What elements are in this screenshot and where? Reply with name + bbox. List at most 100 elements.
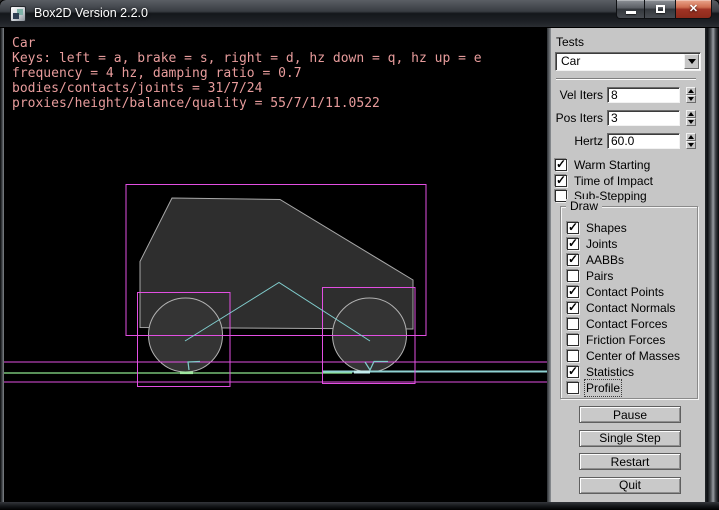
- checkbox-label-profile: Profile: [586, 381, 620, 395]
- hertz-spinner: [686, 133, 696, 149]
- checkbox-label-statistics: Statistics: [586, 365, 634, 379]
- tests-dropdown[interactable]: Car: [555, 52, 701, 71]
- hertz-input[interactable]: 60.0: [607, 133, 680, 149]
- checkbox-box-friction-forces[interactable]: [567, 334, 579, 346]
- pos-iters-input[interactable]: 3: [607, 110, 680, 126]
- window-title: Box2D Version 2.2.0: [34, 0, 148, 27]
- hertz-spinner-down-button[interactable]: [686, 141, 696, 149]
- checkbox-box-pairs[interactable]: [567, 270, 579, 282]
- checkbox-shapes[interactable]: ✓ Shapes: [567, 220, 680, 236]
- checkbox-label-contact-points: Contact Points: [586, 285, 664, 299]
- down-arrow-icon: [688, 97, 694, 101]
- pos-iters-label: Pos Iters: [551, 111, 603, 125]
- spinner-row-hertz: Hertz 60.0: [551, 133, 701, 149]
- draw-groupbox-label: Draw: [566, 199, 602, 213]
- rear-wheel-contact-point: [180, 372, 193, 375]
- checkbox-box-time-of-impact[interactable]: ✓: [555, 175, 567, 187]
- down-arrow-icon: [688, 120, 694, 124]
- up-arrow-icon: [688, 89, 694, 93]
- simulation-checkboxes: ✓Warm Starting✓Time of ImpactSub-Steppin…: [555, 157, 653, 204]
- checkbox-warm-starting[interactable]: ✓ Warm Starting: [555, 157, 653, 173]
- checkbox-box-warm-starting[interactable]: ✓: [555, 159, 567, 171]
- draw-groupbox: Draw ✓Shapes✓Joints✓AABBsPairs✓Contact P…: [560, 206, 698, 399]
- check-mark-icon: ✓: [568, 236, 578, 250]
- checkbox-aabbs[interactable]: ✓AABBs: [567, 252, 680, 268]
- hertz-label: Hertz: [551, 134, 603, 148]
- checkbox-box-contact-forces[interactable]: [567, 318, 579, 330]
- caption-buttons: ✕: [616, 0, 712, 19]
- front-wheel-contact-point: [354, 371, 370, 374]
- check-mark-icon: ✓: [568, 252, 578, 266]
- control-panel: Tests Car Vel Iters8Pos Iters3Hertz60.0 …: [551, 28, 705, 502]
- checkbox-center-of-masses[interactable]: Center of Masses: [567, 348, 680, 364]
- checkbox-joints[interactable]: ✓ Joints: [567, 236, 680, 252]
- checkbox-box-shapes[interactable]: ✓: [567, 222, 579, 234]
- up-arrow-icon: [688, 135, 694, 139]
- checkbox-profile[interactable]: Profile: [567, 380, 680, 396]
- app-icon: [10, 6, 26, 22]
- check-mark-icon: ✓: [568, 284, 578, 298]
- maximize-button[interactable]: [645, 0, 675, 19]
- checkbox-contact-forces[interactable]: Contact Forces: [567, 316, 680, 332]
- titlebar[interactable]: Box2D Version 2.2.0 ✕: [0, 0, 719, 28]
- single-step-button[interactable]: Single Step: [579, 430, 681, 447]
- spinner-rows: Vel Iters8 Pos Iters 3 Hertz 60.0: [551, 87, 701, 156]
- checkbox-friction-forces[interactable]: Friction Forces: [567, 332, 680, 348]
- check-mark-icon: ✓: [568, 364, 578, 378]
- pos-iters-spinner-up-button[interactable]: [686, 110, 696, 118]
- check-mark-icon: ✓: [568, 300, 578, 314]
- stats-text: CarKeys: left = a, brake = s, right = d,…: [12, 36, 482, 111]
- checkbox-label-contact-forces: Contact Forces: [586, 317, 667, 331]
- stats-text-line: proxies/height/balance/quality = 55/7/1/…: [12, 96, 482, 111]
- minimize-button[interactable]: [616, 0, 645, 19]
- pause-button[interactable]: Pause: [579, 406, 681, 423]
- restart-button[interactable]: Restart: [579, 453, 681, 470]
- up-arrow-icon: [688, 112, 694, 116]
- checkbox-label-warm-starting: Warm Starting: [574, 158, 650, 172]
- checkbox-box-contact-normals[interactable]: ✓: [567, 302, 579, 314]
- spinner-row-pos-iters: Pos Iters 3: [551, 110, 701, 126]
- close-icon: ✕: [689, 4, 698, 15]
- checkbox-label-time-of-impact: Time of Impact: [574, 174, 653, 188]
- app-icon-detail: [13, 13, 19, 19]
- tests-dropdown-arrow-button[interactable]: [684, 54, 699, 69]
- checkbox-label-pairs: Pairs: [586, 269, 613, 283]
- spinner-row-vel-iters: Vel Iters8: [551, 87, 701, 103]
- checkbox-box-statistics[interactable]: ✓: [567, 366, 579, 378]
- vel-iters-spinner-up-button[interactable]: [686, 87, 696, 95]
- panel-separator: [556, 78, 696, 80]
- draw-checkboxes: ✓ Shapes ✓ Joints✓AABBsPairs ✓ Contact Points…: [567, 220, 680, 396]
- app-window: Box2D Version 2.2.0 ✕: [0, 0, 719, 510]
- checkbox-statistics[interactable]: ✓ Statistics: [567, 364, 680, 380]
- hertz-spinner-up-button[interactable]: [686, 133, 696, 141]
- checkbox-pairs[interactable]: Pairs: [567, 268, 680, 284]
- simulation-canvas[interactable]: CarKeys: left = a, brake = s, right = d,…: [4, 28, 547, 502]
- checkbox-label-friction-forces: Friction Forces: [586, 333, 665, 347]
- check-mark-icon: ✓: [556, 173, 566, 187]
- action-buttons: Pause Single Step Restart Quit: [579, 406, 681, 494]
- pos-iters-spinner-down-button[interactable]: [686, 118, 696, 126]
- checkbox-box-joints[interactable]: ✓: [567, 238, 579, 250]
- chevron-down-icon: [688, 59, 696, 64]
- checkbox-contact-normals[interactable]: ✓Contact Normals: [567, 300, 680, 316]
- quit-button[interactable]: Quit: [579, 477, 681, 494]
- check-mark-icon: ✓: [556, 157, 566, 171]
- maximize-icon: [656, 5, 665, 13]
- vel-iters-spinner-down-button[interactable]: [686, 95, 696, 103]
- checkbox-box-contact-points[interactable]: ✓: [567, 286, 579, 298]
- window-frame-bottom: [0, 502, 719, 510]
- checkbox-contact-points[interactable]: ✓ Contact Points: [567, 284, 680, 300]
- checkbox-box-profile[interactable]: [567, 382, 579, 394]
- check-mark-icon: ✓: [568, 220, 578, 234]
- down-arrow-icon: [688, 143, 694, 147]
- vel-iters-input[interactable]: 8: [607, 87, 680, 103]
- checkbox-box-aabbs[interactable]: ✓: [567, 254, 579, 266]
- tests-dropdown-value: Car: [561, 54, 580, 69]
- minimize-icon: [626, 11, 636, 14]
- checkbox-time-of-impact[interactable]: ✓ Time of Impact: [555, 173, 653, 189]
- checkbox-label-center-of-masses: Center of Masses: [586, 349, 680, 363]
- checkbox-box-center-of-masses[interactable]: [567, 350, 579, 362]
- checkbox-label-shapes: Shapes: [586, 221, 627, 235]
- close-button[interactable]: ✕: [675, 0, 712, 19]
- checkbox-label-joints: Joints: [586, 237, 617, 251]
